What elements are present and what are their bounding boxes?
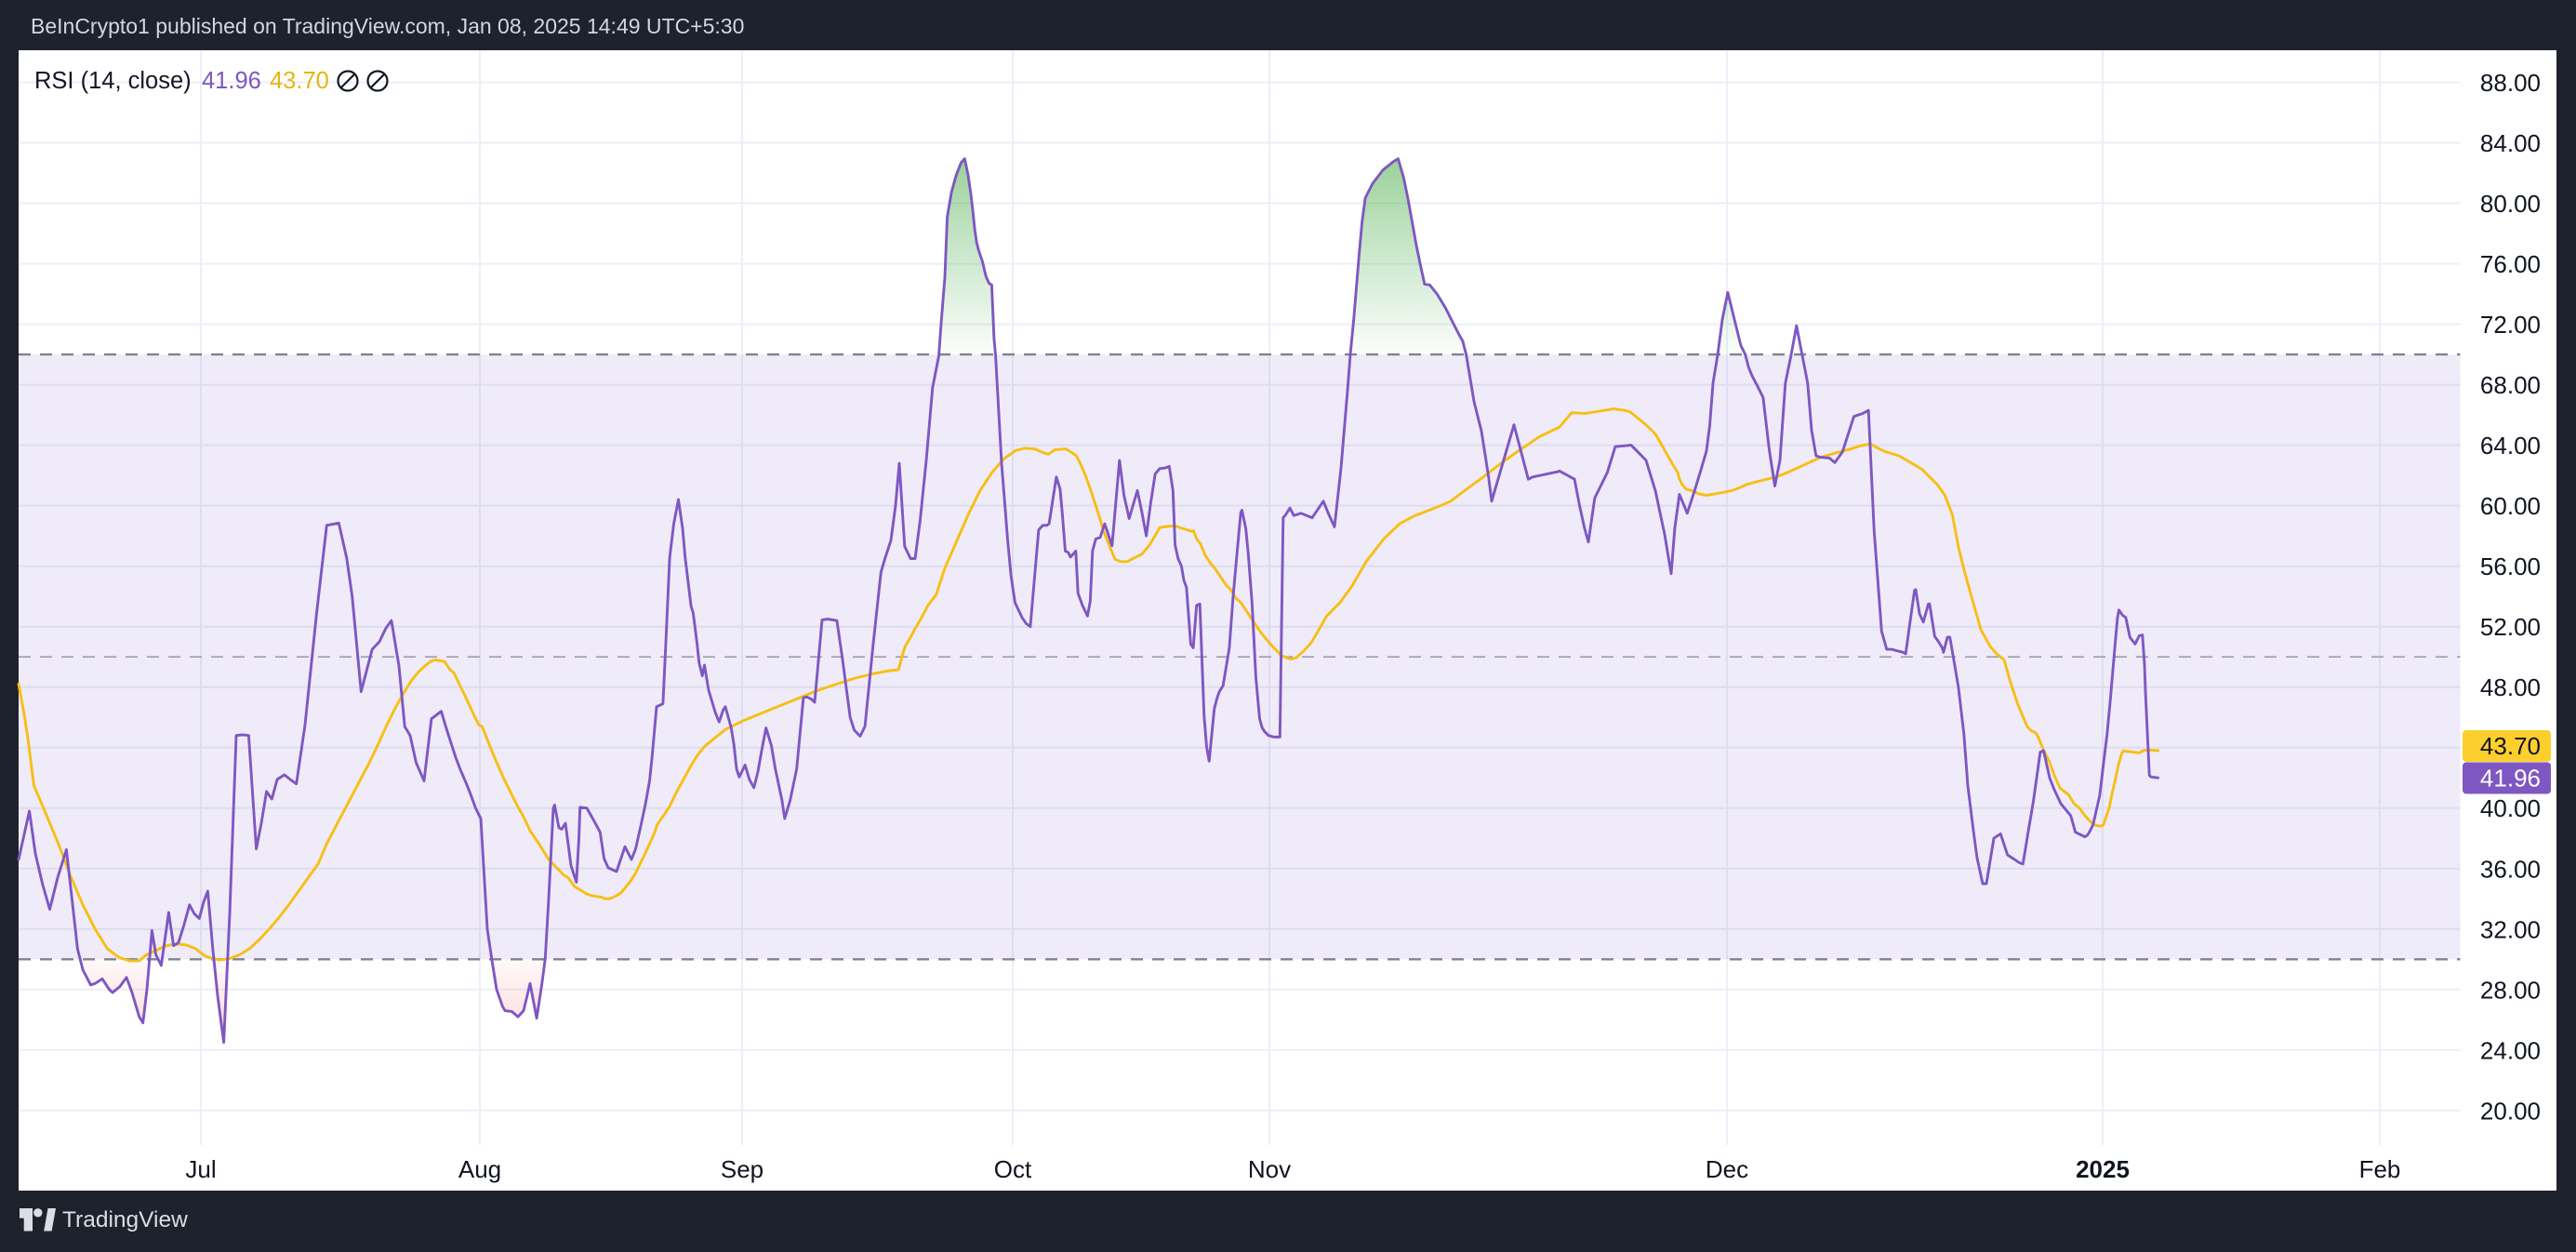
svg-text:Aug: Aug <box>458 1155 501 1183</box>
svg-text:Jul: Jul <box>185 1155 216 1183</box>
svg-text:40.00: 40.00 <box>2480 794 2541 822</box>
svg-text:20.00: 20.00 <box>2480 1097 2541 1125</box>
svg-text:2025: 2025 <box>2076 1155 2130 1183</box>
svg-text:41.96: 41.96 <box>2480 765 2541 792</box>
svg-text:56.00: 56.00 <box>2480 553 2541 580</box>
svg-text:41.96: 41.96 <box>202 68 261 94</box>
svg-text:43.70: 43.70 <box>270 68 329 94</box>
svg-text:43.70: 43.70 <box>2480 732 2541 760</box>
svg-text:Nov: Nov <box>1248 1155 1291 1183</box>
svg-text:Feb: Feb <box>2359 1155 2401 1183</box>
svg-text:RSI (14, close): RSI (14, close) <box>34 68 192 94</box>
svg-text:28.00: 28.00 <box>2480 976 2541 1004</box>
svg-text:68.00: 68.00 <box>2480 371 2541 399</box>
svg-text:76.00: 76.00 <box>2480 250 2541 278</box>
svg-text:80.00: 80.00 <box>2480 190 2541 218</box>
svg-text:48.00: 48.00 <box>2480 673 2541 701</box>
svg-text:72.00: 72.00 <box>2480 311 2541 339</box>
svg-text:64.00: 64.00 <box>2480 432 2541 460</box>
svg-text:60.00: 60.00 <box>2480 492 2541 520</box>
svg-text:52.00: 52.00 <box>2480 613 2541 641</box>
svg-text:84.00: 84.00 <box>2480 129 2541 157</box>
svg-text:Dec: Dec <box>1706 1155 1748 1183</box>
svg-text:88.00: 88.00 <box>2480 69 2541 97</box>
svg-text:Oct: Oct <box>994 1155 1032 1183</box>
svg-text:Sep: Sep <box>721 1155 764 1183</box>
svg-text:24.00: 24.00 <box>2480 1036 2541 1064</box>
svg-text:32.00: 32.00 <box>2480 915 2541 943</box>
svg-text:36.00: 36.00 <box>2480 855 2541 883</box>
